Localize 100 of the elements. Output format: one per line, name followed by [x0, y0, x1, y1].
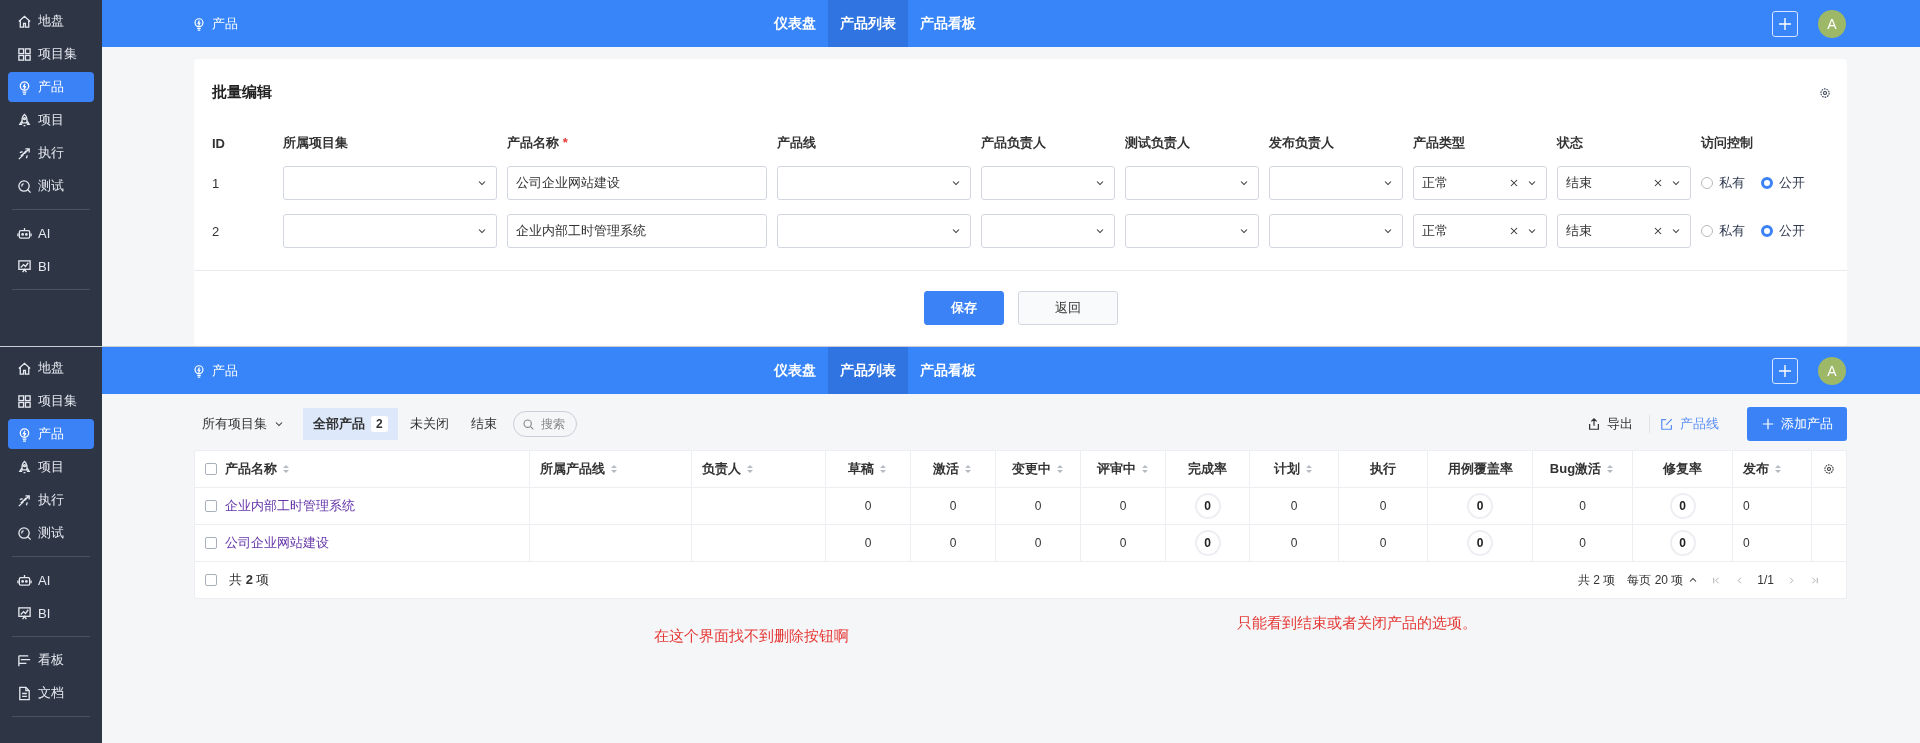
export-button[interactable]: 导出: [1577, 415, 1643, 433]
product-link[interactable]: 公司企业网站建设: [225, 534, 329, 552]
dropdown[interactable]: [981, 166, 1115, 200]
radio-option[interactable]: 私有: [1701, 222, 1745, 240]
robot-icon: [17, 572, 32, 588]
radio-option[interactable]: 私有: [1701, 174, 1745, 192]
column-header[interactable]: 激活: [911, 451, 996, 487]
header-label: 产品名称: [225, 460, 277, 478]
nav-tab[interactable]: 仪表盘: [762, 0, 828, 47]
column-header[interactable]: 发布: [1733, 451, 1812, 487]
sidebar-item[interactable]: 看板: [8, 645, 94, 675]
product-link[interactable]: 企业内部工时管理系统: [225, 497, 355, 515]
house-icon: [17, 360, 32, 376]
column-header[interactable]: 变更中: [996, 451, 1081, 487]
dropdown[interactable]: [283, 166, 497, 200]
filter-tab[interactable]: 全部产品 2: [303, 408, 398, 440]
dropdown[interactable]: 结束: [1557, 166, 1691, 200]
program-filter[interactable]: 所有项目集: [194, 415, 293, 433]
add-product-button[interactable]: 添加产品: [1747, 407, 1847, 441]
robot-icon: [17, 225, 32, 241]
column-header[interactable]: 产品名称: [195, 451, 530, 487]
nav-tab[interactable]: 产品看板: [908, 0, 988, 47]
page-indicator: 1/1: [1757, 573, 1774, 587]
sidebar-item[interactable]: 地盘: [8, 353, 94, 383]
nav-tab[interactable]: 仪表盘: [762, 347, 828, 394]
count-badge: 2: [371, 416, 388, 432]
breadcrumb[interactable]: 产品: [212, 361, 238, 380]
breadcrumb[interactable]: 产品: [212, 14, 238, 33]
sort-icon: [963, 463, 973, 475]
radio-option[interactable]: 公开: [1761, 174, 1805, 192]
dropdown[interactable]: 正常: [1413, 166, 1547, 200]
page-size-selector[interactable]: 每页 20 项: [1627, 571, 1700, 589]
column-header[interactable]: 负责人: [692, 451, 826, 487]
column-header[interactable]: Bug激活: [1533, 451, 1633, 487]
dropdown[interactable]: [1269, 214, 1403, 248]
sidebar-item[interactable]: 产品: [8, 72, 94, 102]
add-button[interactable]: [1772, 10, 1798, 37]
settings-icon[interactable]: [1819, 86, 1831, 99]
dropdown[interactable]: [1269, 166, 1403, 200]
sidebar-item[interactable]: 地盘: [8, 6, 94, 36]
sidebar-item[interactable]: 项目: [8, 105, 94, 135]
dropdown[interactable]: 正常: [1413, 214, 1547, 248]
nav-tab[interactable]: 产品列表: [828, 347, 908, 394]
filter-tab[interactable]: 未关闭: [399, 408, 459, 440]
plus-icon: [1777, 362, 1793, 379]
sidebar-item[interactable]: 测试: [8, 518, 94, 548]
sidebar-item[interactable]: AI: [8, 218, 94, 248]
dropdown[interactable]: [1125, 166, 1259, 200]
sidebar-item[interactable]: AI: [8, 565, 94, 595]
clear-icon[interactable]: [1508, 177, 1520, 189]
clear-icon[interactable]: [1652, 177, 1664, 189]
dropdown[interactable]: 结束: [1557, 214, 1691, 248]
sidebar-item[interactable]: 项目集: [8, 386, 94, 416]
sidebar-item[interactable]: BI: [8, 598, 94, 628]
sidebar-item[interactable]: 项目: [8, 452, 94, 482]
clear-icon[interactable]: [1508, 225, 1520, 237]
radio-option[interactable]: 公开: [1761, 222, 1805, 240]
dropdown[interactable]: [981, 214, 1115, 248]
settings-icon[interactable]: [1823, 463, 1835, 475]
clear-icon[interactable]: [1652, 225, 1664, 237]
lightbulb-icon: [17, 426, 32, 442]
dropdown[interactable]: [283, 214, 497, 248]
sidebar-item[interactable]: 执行: [8, 138, 94, 168]
back-button[interactable]: 返回: [1017, 291, 1118, 325]
sidebar-item[interactable]: 文档: [8, 678, 94, 708]
table-cell: 0: [826, 488, 911, 524]
nav-tab[interactable]: 产品看板: [908, 347, 988, 394]
column-header: 产品线: [777, 134, 817, 152]
table-cell: 0: [1533, 488, 1633, 524]
checkbox[interactable]: [205, 537, 217, 549]
dropdown[interactable]: [777, 166, 971, 200]
dropdown[interactable]: [1125, 214, 1259, 248]
sidebar-item[interactable]: 产品: [8, 419, 94, 449]
sidebar-item[interactable]: 项目集: [8, 39, 94, 69]
save-button[interactable]: 保存: [923, 291, 1004, 325]
text-field[interactable]: 公司企业网站建设: [507, 166, 767, 200]
text-field[interactable]: 企业内部工时管理系统: [507, 214, 767, 248]
column-header[interactable]: 所属产品线: [530, 451, 692, 487]
checkbox[interactable]: [205, 574, 217, 586]
sidebar-item[interactable]: 执行: [8, 485, 94, 515]
table-cell: 0: [911, 525, 996, 561]
nav-tab[interactable]: 产品列表: [828, 0, 908, 47]
dropdown[interactable]: [777, 214, 971, 248]
kanban-icon: [17, 652, 32, 668]
checkbox[interactable]: [205, 463, 217, 475]
sidebar-item[interactable]: 测试: [8, 171, 94, 201]
progress-ring: 0: [1194, 530, 1221, 556]
table-cell: 0: [1250, 525, 1339, 561]
add-button[interactable]: [1772, 357, 1798, 384]
grid-icon: [17, 393, 32, 409]
table-cell: 0: [996, 525, 1081, 561]
column-header[interactable]: 草稿: [826, 451, 911, 487]
checkbox[interactable]: [205, 500, 217, 512]
filter-tab[interactable]: 结束: [460, 408, 507, 440]
progress-ring: 0: [1669, 530, 1696, 556]
rocket-icon: [17, 459, 32, 475]
column-header[interactable]: 计划: [1250, 451, 1339, 487]
sidebar-item[interactable]: BI: [8, 251, 94, 281]
sort-icon: [1605, 463, 1616, 475]
column-header[interactable]: 评审中: [1081, 451, 1166, 487]
